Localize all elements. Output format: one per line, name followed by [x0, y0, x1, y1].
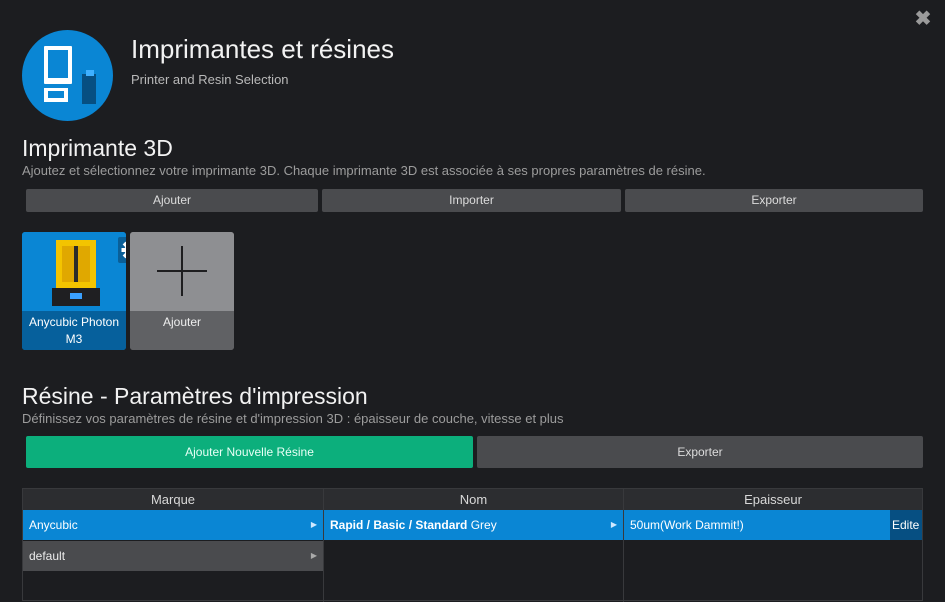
name-color-label: Grey	[467, 518, 497, 532]
name-row-rapid-basic-standard[interactable]: Rapid / Basic / Standard Grey ▶	[324, 510, 623, 540]
brand-column: Marque Anycubic ▶ default ▶	[23, 489, 324, 602]
close-icon[interactable]: ✖	[913, 8, 933, 30]
printer-card-label: Anycubic Photon M3	[22, 311, 126, 350]
resin-section-heading: Résine - Paramètres d'impression	[22, 383, 368, 409]
printer-settings-gear-icon[interactable]	[118, 237, 126, 263]
add-printer-button[interactable]: Ajouter	[26, 189, 318, 212]
thickness-row-50um[interactable]: 50um(Work Dammit!) Edite	[624, 510, 922, 540]
export-resin-button[interactable]: Exporter	[477, 436, 923, 468]
brand-label: Anycubic	[29, 518, 78, 532]
export-printer-button[interactable]: Exporter	[625, 189, 923, 212]
printer-section-heading: Imprimante 3D	[22, 135, 173, 161]
app-logo-icon	[22, 30, 113, 121]
page-subtitle: Printer and Resin Selection	[131, 72, 289, 87]
add-printer-card-label: Ajouter	[130, 311, 234, 350]
import-printer-button[interactable]: Importer	[322, 189, 621, 212]
chevron-right-icon: ▶	[310, 551, 317, 560]
add-new-resin-button[interactable]: Ajouter Nouvelle Résine	[26, 436, 473, 468]
name-bold-label: Rapid / Basic / Standard	[330, 518, 468, 532]
column-header-thickness: Epaisseur	[624, 489, 922, 511]
column-header-name: Nom	[324, 489, 623, 511]
chevron-right-icon: ▶	[310, 520, 317, 529]
edit-button[interactable]: Edite	[890, 510, 922, 540]
resin-section-description: Définissez vos paramètres de résine et d…	[22, 411, 564, 426]
page-title: Imprimantes et résines	[131, 34, 394, 64]
brand-row-default[interactable]: default ▶	[23, 541, 323, 571]
brand-row-anycubic[interactable]: Anycubic ▶	[23, 510, 323, 540]
thickness-column: Epaisseur 50um(Work Dammit!) Edite	[624, 489, 922, 602]
add-printer-card[interactable]: Ajouter	[130, 232, 234, 350]
thickness-label: 50um(Work Dammit!)	[630, 518, 744, 532]
resin-table: Marque Anycubic ▶ default ▶ Nom Rapid / …	[22, 488, 923, 602]
plus-icon	[130, 232, 234, 311]
brand-label: default	[29, 549, 66, 563]
column-header-brand: Marque	[23, 489, 323, 511]
chevron-right-icon: ▶	[610, 520, 617, 529]
printer-section-description: Ajoutez et sélectionnez votre imprimante…	[22, 163, 706, 178]
printer-card-anycubic-photon-m3[interactable]: Anycubic Photon M3	[22, 232, 126, 350]
printer-image	[22, 232, 126, 311]
name-column: Nom Rapid / Basic / Standard Grey ▶	[324, 489, 624, 602]
